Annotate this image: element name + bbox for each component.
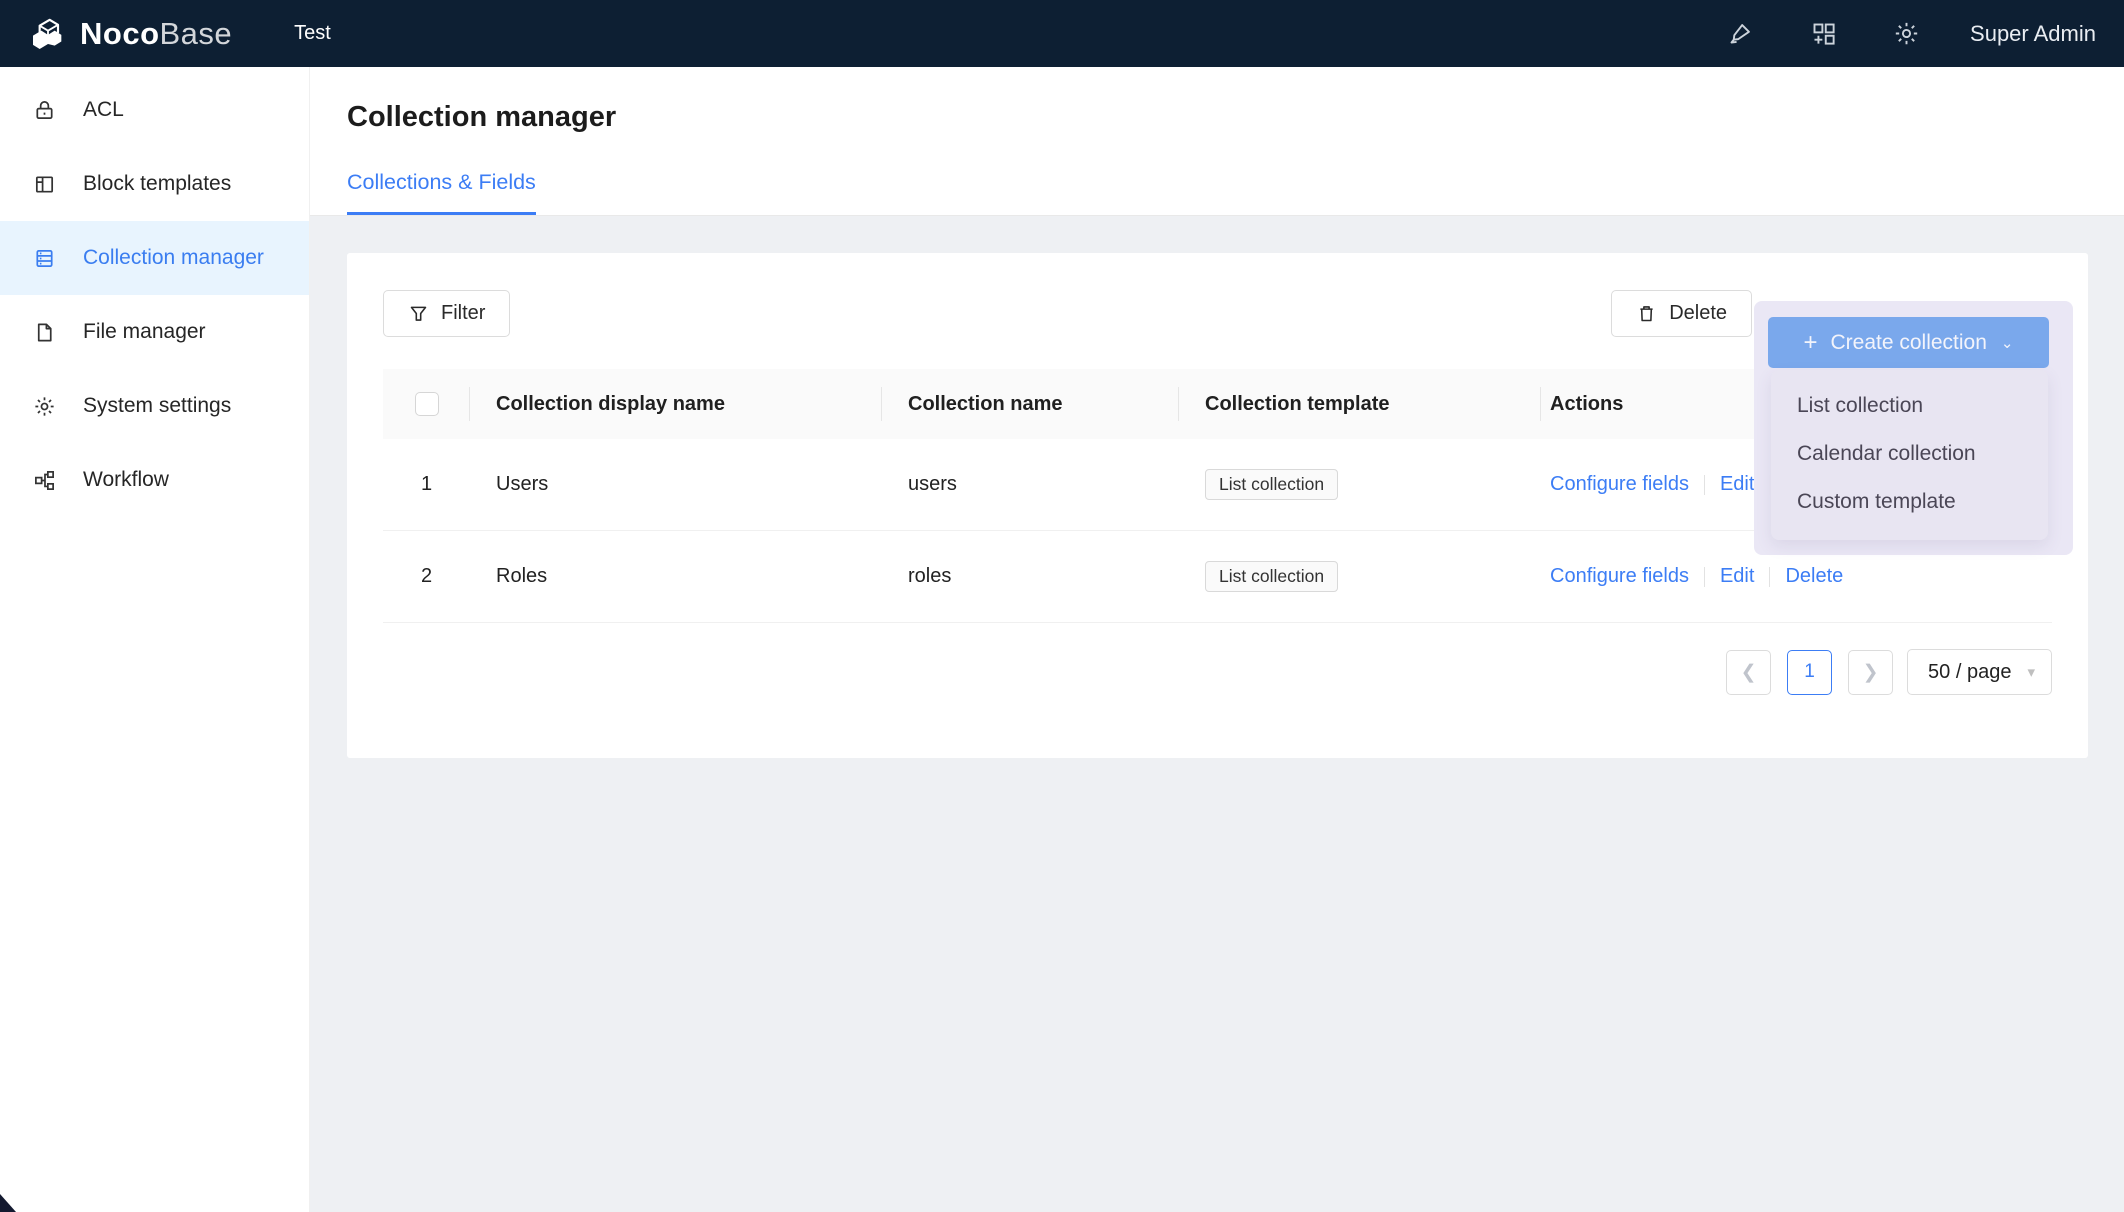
plugin-appstore-add-icon[interactable] xyxy=(1810,20,1837,47)
action-divider xyxy=(1704,567,1705,587)
trash-icon xyxy=(1636,303,1657,324)
page-number-button[interactable]: 1 xyxy=(1787,650,1832,695)
column-title: Collection display name xyxy=(496,393,725,416)
main-content: Collection manager Collections & Fields … xyxy=(310,67,2124,1212)
sidebar-item-label: File manager xyxy=(83,320,206,344)
chevron-right-icon: ❯ xyxy=(1863,661,1879,684)
cell-collection-template: List collection xyxy=(1179,561,1541,592)
filter-label: Filter xyxy=(441,302,485,325)
logo-wordmark: NocoBase xyxy=(80,16,232,52)
layout-icon xyxy=(33,173,56,196)
gear-icon[interactable] xyxy=(1893,20,1920,47)
nocobase-logo[interactable]: NocoBase xyxy=(28,14,232,54)
page-size-select[interactable]: 50 / page ▾ xyxy=(1907,649,2052,695)
action-divider xyxy=(1769,567,1770,587)
create-collection-dropdown: List collection Calendar collection Cust… xyxy=(1771,370,2048,540)
filter-button[interactable]: Filter xyxy=(383,290,510,337)
nocobase-cube-icon xyxy=(28,14,68,54)
chevron-down-icon: ⌄ xyxy=(2001,334,2014,352)
prev-page-button[interactable]: ❮ xyxy=(1726,650,1771,695)
delete-button[interactable]: Delete xyxy=(1611,290,1752,337)
pagination: ❮ 1 ❯ 50 / page ▾ xyxy=(383,649,2052,695)
header-collection-template: Collection template xyxy=(1179,369,1541,439)
top-navbar: NocoBase Test Super Admin xyxy=(0,0,2124,67)
user-menu[interactable]: Super Admin xyxy=(1970,21,2096,47)
page-header: Collection manager Collections & Fields xyxy=(310,67,2124,216)
cell-display-name: Roles xyxy=(470,565,882,588)
tab-collections-and-fields[interactable]: Collections & Fields xyxy=(347,170,536,215)
navbar-right-group: Super Admin xyxy=(1671,20,2124,47)
chevron-left-icon: ❮ xyxy=(1741,661,1757,684)
column-title: Actions xyxy=(1550,393,1623,416)
row-index: 1 xyxy=(421,473,432,496)
nav-menu-item-test[interactable]: Test xyxy=(294,22,331,45)
column-title: Collection name xyxy=(908,393,1062,416)
header-display-name: Collection display name xyxy=(470,369,882,439)
column-title: Collection template xyxy=(1205,393,1389,416)
edit-link[interactable]: Edit xyxy=(1720,565,1754,588)
plus-icon: + xyxy=(1803,329,1817,357)
sidebar-item-label: Collection manager xyxy=(83,246,264,270)
sidebar-item-label: Workflow xyxy=(83,468,169,492)
template-tag: List collection xyxy=(1205,561,1338,592)
create-collection-button[interactable]: + Create collection ⌄ xyxy=(1768,317,2049,368)
lock-icon xyxy=(33,99,56,122)
tab-bar: Collections & Fields xyxy=(347,170,2124,215)
page-size-value: 50 / page xyxy=(1928,661,2011,684)
select-all-checkbox[interactable] xyxy=(415,392,439,416)
sidebar-item-system-settings[interactable]: System settings xyxy=(0,369,309,443)
highlighter-icon[interactable] xyxy=(1727,20,1754,47)
menu-item-calendar-collection[interactable]: Calendar collection xyxy=(1771,430,2048,478)
workflow-icon xyxy=(33,469,56,492)
action-divider xyxy=(1704,475,1705,495)
left-sidebar: ACL Block templates Collection manager xyxy=(0,67,310,1212)
funnel-icon xyxy=(408,303,429,324)
collections-icon xyxy=(33,247,56,270)
configure-fields-link[interactable]: Configure fields xyxy=(1550,473,1689,496)
create-collection-label: Create collection xyxy=(1831,331,1987,355)
header-collection-name: Collection name xyxy=(882,369,1179,439)
sidebar-item-block-templates[interactable]: Block templates xyxy=(0,147,309,221)
file-icon xyxy=(33,321,56,344)
cell-collection-template: List collection xyxy=(1179,469,1541,500)
sidebar-item-label: ACL xyxy=(83,98,124,122)
sidebar-item-acl[interactable]: ACL xyxy=(0,73,309,147)
cell-display-name: Users xyxy=(470,473,882,496)
cell-collection-name: users xyxy=(882,473,1179,496)
delete-link[interactable]: Delete xyxy=(1785,565,1843,588)
menu-item-custom-template[interactable]: Custom template xyxy=(1771,478,2048,526)
menu-item-list-collection[interactable]: List collection xyxy=(1771,382,2048,430)
header-select-all-cell xyxy=(383,369,470,439)
configure-fields-link[interactable]: Configure fields xyxy=(1550,565,1689,588)
sidebar-item-label: System settings xyxy=(83,394,231,418)
page-title: Collection manager xyxy=(347,97,2124,137)
sidebar-item-workflow[interactable]: Workflow xyxy=(0,443,309,517)
sidebar-item-collection-manager[interactable]: Collection manager xyxy=(0,221,309,295)
chevron-down-icon: ▾ xyxy=(2027,663,2035,681)
next-page-button[interactable]: ❯ xyxy=(1848,650,1893,695)
delete-label: Delete xyxy=(1669,302,1727,325)
cell-actions: Configure fields Edit Delete xyxy=(1541,565,2052,588)
cell-collection-name: roles xyxy=(882,565,1179,588)
row-index: 2 xyxy=(421,565,432,588)
edit-link[interactable]: Edit xyxy=(1720,473,1754,496)
gear-icon xyxy=(33,395,56,418)
page-number: 1 xyxy=(1804,661,1815,683)
sidebar-item-file-manager[interactable]: File manager xyxy=(0,295,309,369)
sidebar-item-label: Block templates xyxy=(83,172,231,196)
template-tag: List collection xyxy=(1205,469,1338,500)
